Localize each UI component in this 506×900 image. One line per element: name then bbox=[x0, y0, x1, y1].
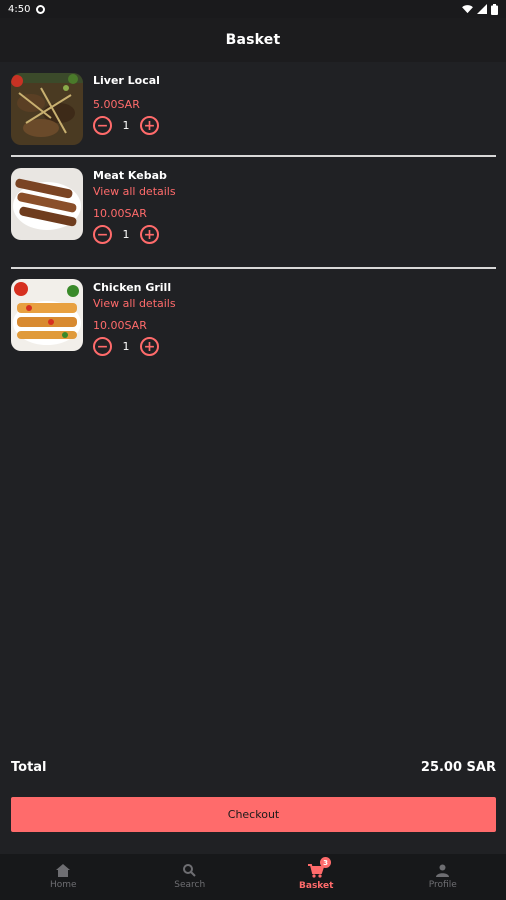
status-time: 4:50 bbox=[8, 3, 31, 15]
item-info: Meat Kebab View all details 10.00SAR − 1… bbox=[93, 169, 176, 244]
nav-label: Home bbox=[49, 880, 77, 890]
nav-item-profile[interactable]: Profile bbox=[380, 854, 506, 900]
chicken-grill-image bbox=[11, 279, 83, 351]
nav-item-basket[interactable]: 3 Basket bbox=[253, 854, 380, 900]
settings-gear-icon bbox=[36, 4, 46, 14]
cart-count-badge: 3 bbox=[320, 857, 331, 868]
nav-label: Search bbox=[174, 880, 206, 890]
search-icon bbox=[183, 864, 196, 877]
meat-kebab-image bbox=[11, 168, 83, 240]
nav-item-home[interactable]: Home bbox=[0, 854, 127, 900]
app-bar: Basket bbox=[0, 18, 506, 62]
quantity-stepper: − 1 + bbox=[93, 337, 176, 356]
nav-label: Basket bbox=[299, 880, 334, 891]
quantity-value: 1 bbox=[122, 228, 130, 241]
quantity-value: 1 bbox=[122, 119, 130, 132]
total-row: Total 25.00 SAR bbox=[11, 760, 496, 775]
total-value: 25.00 SAR bbox=[420, 760, 496, 775]
item-info: Liver Local 5.00SAR − 1 + bbox=[93, 74, 160, 135]
status-bar: 4:50 bbox=[0, 0, 506, 18]
increase-quantity-button[interactable]: + bbox=[140, 337, 159, 356]
basket-item: Liver Local 5.00SAR − 1 + bbox=[0, 62, 506, 157]
checkout-button[interactable]: Checkout bbox=[11, 797, 496, 832]
decrease-quantity-button[interactable]: − bbox=[93, 116, 112, 135]
item-price: 5.00SAR bbox=[93, 98, 140, 111]
checkout-label: Checkout bbox=[227, 808, 280, 821]
decrease-quantity-button[interactable]: − bbox=[93, 337, 112, 356]
liver-dish-image bbox=[11, 73, 83, 145]
signal-icon bbox=[477, 4, 487, 14]
view-details-link[interactable]: View all details bbox=[93, 185, 176, 199]
wifi-icon bbox=[462, 4, 473, 13]
item-name: Meat Kebab bbox=[93, 169, 167, 182]
item-price: 10.00SAR bbox=[93, 319, 147, 332]
battery-icon bbox=[491, 3, 498, 15]
total-label: Total bbox=[11, 760, 47, 775]
basket-item: Chicken Grill View all details 10.00SAR … bbox=[0, 268, 506, 380]
increase-quantity-button[interactable]: + bbox=[140, 116, 159, 135]
increase-quantity-button[interactable]: + bbox=[140, 225, 159, 244]
quantity-stepper: − 1 + bbox=[93, 116, 160, 135]
view-details-link[interactable]: View all details bbox=[93, 297, 176, 311]
person-icon bbox=[436, 864, 450, 877]
item-name: Liver Local bbox=[93, 74, 160, 87]
item-price: 10.00SAR bbox=[93, 207, 147, 220]
bottom-navigation: Home Search 3 Basket Profile bbox=[0, 854, 506, 900]
item-name: Chicken Grill bbox=[93, 281, 172, 294]
basket-list: Liver Local 5.00SAR − 1 + Meat Kebab Vie… bbox=[0, 62, 506, 380]
item-info: Chicken Grill View all details 10.00SAR … bbox=[93, 281, 176, 356]
quantity-value: 1 bbox=[122, 340, 130, 353]
nav-item-search[interactable]: Search bbox=[127, 854, 254, 900]
page-title: Basket bbox=[225, 32, 281, 48]
home-icon bbox=[56, 864, 71, 877]
basket-item: Meat Kebab View all details 10.00SAR − 1… bbox=[0, 156, 506, 269]
nav-label: Profile bbox=[428, 880, 457, 890]
decrease-quantity-button[interactable]: − bbox=[93, 225, 112, 244]
quantity-stepper: − 1 + bbox=[93, 225, 176, 244]
